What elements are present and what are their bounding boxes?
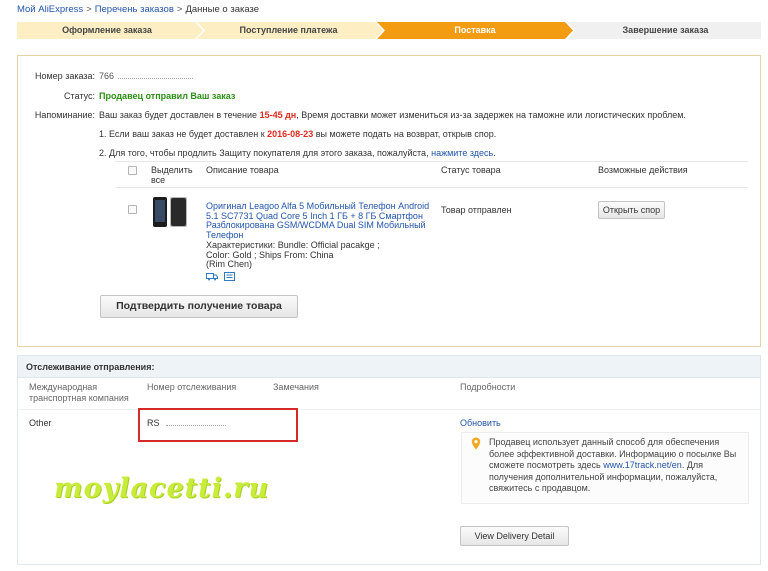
status-label: Статус: (64, 91, 95, 101)
note-2: 2. Для того, чтобы продлить Защиту покуп… (99, 148, 496, 158)
header-details: Подробности (460, 382, 516, 392)
header-remarks: Замечания (273, 382, 319, 392)
truck-icon[interactable] (206, 272, 218, 281)
product-title-link[interactable]: Оригинал Leagoo Alfa 5 Мобильный Телефон… (206, 201, 444, 240)
step-2-label: Поступление платежа (239, 25, 338, 35)
deadline-date: 2016-08-23 (267, 129, 314, 139)
seller-name: (Rim Chen) (206, 259, 253, 269)
delivery-days: 15-45 дн (259, 110, 297, 120)
header-description: Описание товара (206, 165, 279, 175)
reminder-label: Напоминание: (34, 110, 95, 120)
item-status: Товар отправлен (441, 205, 512, 215)
product-thumbnail[interactable] (151, 194, 189, 230)
breadcrumb-current: Данные о заказе (185, 4, 260, 15)
table-row: Оригинал Leagoo Alfa 5 Мобильный Телефон… (115, 188, 748, 283)
delivery-info-text: Продавец использует данный способ для об… (489, 437, 737, 493)
view-delivery-detail-button[interactable]: View Delivery Detail (460, 526, 569, 546)
select-all-label: Выделить все (151, 165, 193, 185)
product-attributes: Характеристики: Bundle: Official pacakge… (206, 240, 380, 260)
breadcrumb: Мой AliExpress > Перечень заказов > Данные о… (17, 4, 259, 15)
order-number-redacted (118, 74, 194, 80)
update-tracking-link[interactable]: Обновить (460, 418, 501, 428)
step-4-label: Завершение заказа (622, 25, 709, 35)
header-company: Международная транспортная компания (29, 382, 129, 403)
step-3-label: Поставка (454, 25, 496, 35)
breadcrumb-orders-list[interactable]: Перечень заказов (95, 4, 174, 15)
breadcrumb-separator: > (176, 4, 183, 15)
17track-link[interactable]: www.17track.net/en (603, 460, 682, 470)
header-tracking-number: Номер отслеживания (147, 382, 237, 392)
tracking-divider (18, 409, 760, 410)
note-1: 1. Если ваш заказ не будет доставлен к 2… (99, 129, 497, 139)
header-status: Статус товара (441, 165, 501, 175)
location-pin-icon (471, 437, 481, 450)
open-dispute-button[interactable]: Открыть спор (598, 201, 665, 219)
watermark: moylacetti.ru (54, 473, 270, 504)
header-actions: Возможные действия (598, 165, 688, 175)
step-1-label: Оформление заказа (62, 25, 152, 35)
order-status-value: Продавец отправил Ваш заказ (99, 91, 236, 101)
order-number-value: 766 (99, 71, 194, 81)
breadcrumb-separator: > (86, 4, 92, 15)
breadcrumb-my-aliexpress[interactable]: Мой AliExpress (17, 4, 83, 15)
table-top-divider (115, 161, 748, 162)
extend-protection-link[interactable]: нажмите здесь (431, 148, 493, 158)
order-number-label: Номер заказа: (34, 71, 95, 81)
order-progress-steps: Оформление заказа Поступление платежа По… (17, 22, 761, 39)
row-checkbox[interactable] (128, 205, 137, 214)
shipping-company: Other (29, 418, 52, 428)
tracking-title: Отслеживание отправления: (18, 356, 760, 378)
reminder-text: Ваш заказ будет доставлен в течение 15-4… (99, 110, 686, 120)
message-icon[interactable] (224, 272, 236, 281)
select-all-checkbox[interactable] (128, 166, 137, 175)
confirm-receipt-button[interactable]: Подтвердить получение товара (100, 295, 298, 318)
annotation-highlight-box (138, 408, 298, 442)
